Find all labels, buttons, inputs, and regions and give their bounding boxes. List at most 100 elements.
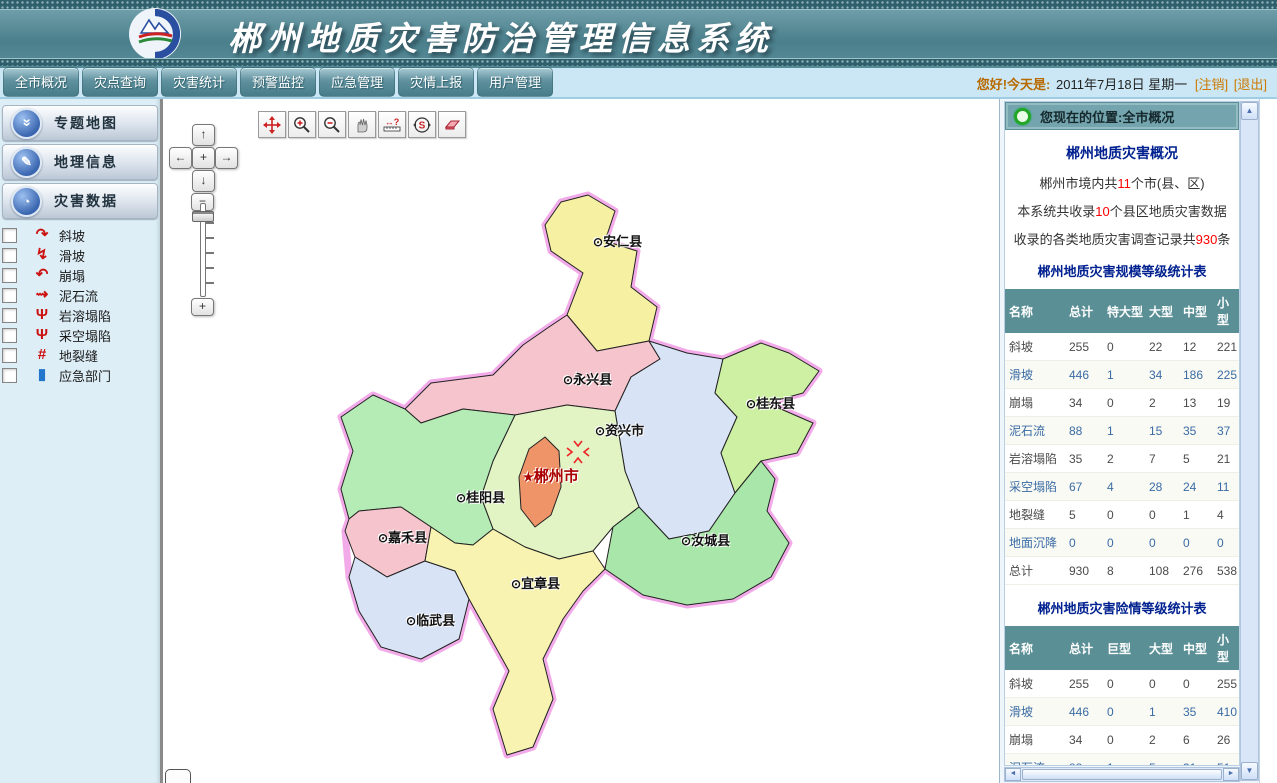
region-linwu[interactable]	[349, 557, 469, 659]
zoom-out-icon	[323, 116, 341, 134]
map-label-yongxing: ⊙永兴县	[563, 369, 612, 388]
double-chevron-down-icon: «	[11, 108, 42, 139]
layer-checkbox[interactable]	[2, 348, 17, 363]
nav-tabs: 全市概况 灾点查询 灾害统计 预警监控 应急管理 灾情上报 用户管理	[3, 67, 553, 97]
layer-ground-fissure: # 地裂缝	[2, 345, 160, 365]
layer-checkbox[interactable]	[2, 228, 17, 243]
table-row: 总计9308108276538	[1005, 557, 1239, 585]
pan-left-button[interactable]: ←	[169, 147, 192, 169]
scale-button[interactable]: S	[408, 111, 436, 138]
column-header: 中型	[1179, 626, 1213, 670]
svg-text:↔?: ↔?	[385, 117, 400, 127]
map-label-anren: ⊙安仁县	[593, 231, 642, 250]
table-row: 崩塌34021319	[1005, 389, 1239, 417]
zoom-in-slider-button[interactable]: +	[191, 298, 214, 316]
column-header: 大型	[1145, 626, 1179, 670]
column-header: 总计	[1065, 626, 1103, 670]
pan-arrows-icon	[263, 116, 281, 134]
table-header-row: 名称总计巨型大型中型小型	[1005, 626, 1239, 670]
layer-checkbox[interactable]	[2, 268, 17, 283]
scroll-right-button[interactable]: ►	[1223, 768, 1239, 781]
page-title: 郴州地质灾害防治管理信息系统	[228, 12, 774, 60]
layer-checkbox[interactable]	[2, 308, 17, 323]
column-header: 中型	[1179, 289, 1213, 333]
column-header: 名称	[1005, 289, 1065, 333]
svg-text:S: S	[419, 120, 426, 131]
globe-chart-icon: ◔	[11, 186, 42, 217]
statistics-pane: 您现在的位置:全市概况 郴州地质灾害概况 郴州市境内共11个市(县、区) 本系统…	[1004, 101, 1240, 766]
map-label-zixing: ⊙资兴市	[595, 420, 644, 439]
layer-mined-out-collapse: Ψ 采空塌陷	[2, 325, 160, 345]
tab-warning-monitor[interactable]: 预警监控	[240, 67, 316, 97]
scale-grade-table-title: 郴州地质灾害规模等级统计表	[1005, 261, 1239, 280]
karst-collapse-icon: Ψ	[31, 306, 53, 324]
overview-map-toggle-button[interactable]	[165, 769, 191, 783]
location-status-icon	[1014, 108, 1031, 125]
tab-disaster-report[interactable]: 灾情上报	[398, 67, 474, 97]
overview-line: 收录的各类地质灾害调查记录共930条	[1005, 229, 1239, 248]
measure-icon: ↔?	[382, 116, 402, 134]
layer-checkbox[interactable]	[2, 368, 17, 383]
pan-tool-button[interactable]	[258, 111, 286, 138]
map-label-guidong: ⊙桂东县	[746, 393, 795, 412]
measure-distance-button[interactable]: ↔?	[378, 111, 406, 138]
horizontal-scroll-thumb[interactable]	[1022, 769, 1222, 780]
scroll-left-button[interactable]: ◄	[1005, 768, 1021, 781]
map-label-guiyang: ⊙桂阳县	[456, 487, 505, 506]
table-row: 崩塌3402626	[1005, 726, 1239, 754]
column-header: 大型	[1145, 289, 1179, 333]
highlight-count: 10	[1095, 204, 1109, 219]
table-row: 泥石流88153151	[1005, 754, 1239, 767]
overview-line: 本系统共收录10个县区地质灾害数据	[1005, 201, 1239, 220]
header-banner: 郴州地质灾害防治管理信息系统	[0, 0, 1277, 68]
tab-emergency-management[interactable]: 应急管理	[319, 67, 395, 97]
scroll-down-button[interactable]: ▼	[1241, 762, 1258, 780]
layer-checkbox[interactable]	[2, 288, 17, 303]
tab-user-management[interactable]: 用户管理	[477, 67, 553, 97]
tab-disaster-statistics[interactable]: 灾害统计	[161, 67, 237, 97]
vertical-scrollbar[interactable]: ▲ ▼	[1240, 101, 1259, 781]
hand-pan-button[interactable]	[348, 111, 376, 138]
layer-checkbox[interactable]	[2, 328, 17, 343]
pan-center-button[interactable]: +	[192, 147, 215, 169]
pan-down-button[interactable]: ↓	[192, 170, 215, 192]
layer-emergency-dept: ▮ 应急部门	[2, 365, 160, 385]
panel-right-edge	[1259, 99, 1277, 783]
chenzhou-county-map	[163, 99, 999, 783]
slope-icon: ↷	[31, 226, 53, 244]
pan-up-button[interactable]: ↑	[192, 124, 215, 146]
layer-checkbox[interactable]	[2, 248, 17, 263]
zoom-out-button[interactable]	[318, 111, 346, 138]
sidebar-section-geographic-info[interactable]: ✎ 地理信息	[2, 144, 158, 180]
map-label-yizhang: ⊙宜章县	[511, 573, 560, 592]
map-label-jiahe: ⊙嘉禾县	[378, 527, 427, 546]
table-row: 岩溶塌陷3527521	[1005, 445, 1239, 473]
landslide-icon: ↯	[31, 246, 53, 264]
scroll-up-button[interactable]: ▲	[1241, 102, 1258, 120]
table-row: 采空塌陷674282411	[1005, 473, 1239, 501]
zoom-slider-handle[interactable]	[192, 211, 214, 222]
right-panel: 您现在的位置:全市概况 郴州地质灾害概况 郴州市境内共11个市(县、区) 本系统…	[999, 99, 1277, 783]
horizontal-scrollbar[interactable]: ◄ ►	[1004, 767, 1240, 782]
map-label-rucheng: ⊙汝城县	[681, 530, 730, 549]
location-bar: 您现在的位置:全市概况	[1006, 103, 1238, 129]
sidebar-section-thematic-map[interactable]: « 专题地图	[2, 105, 158, 141]
layer-debris-flow: ⇝ 泥石流	[2, 285, 160, 305]
table-row: 斜坡255000255	[1005, 670, 1239, 698]
left-sidebar: « 专题地图 ✎ 地理信息 ◔ 灾害数据 ↷ 斜坡 ↯	[0, 99, 163, 783]
pan-right-button[interactable]: →	[215, 147, 238, 169]
tab-city-overview[interactable]: 全市概况	[3, 67, 79, 97]
column-header: 特大型	[1103, 289, 1145, 333]
overview-title: 郴州地质灾害概况	[1005, 143, 1239, 163]
mined-out-collapse-icon: Ψ	[31, 326, 53, 344]
zoom-in-button[interactable]	[288, 111, 316, 138]
sidebar-section-disaster-data[interactable]: ◔ 灾害数据	[2, 183, 158, 219]
tab-disaster-point-query[interactable]: 灾点查询	[82, 67, 158, 97]
eraser-button[interactable]	[438, 111, 466, 138]
highlight-count: 930	[1196, 232, 1218, 247]
debris-flow-icon: ⇝	[31, 286, 53, 304]
map-viewport[interactable]: ⊙安仁县 ⊙永兴县 ⊙资兴市 ⊙桂东县 ★郴州市 ⊙桂阳县 ⊙嘉禾县 ⊙临武县 …	[163, 99, 999, 783]
logout-link[interactable]: [注销]	[1195, 77, 1228, 92]
exit-link[interactable]: [退出]	[1234, 77, 1267, 92]
collapse-icon: ↶	[31, 266, 53, 284]
